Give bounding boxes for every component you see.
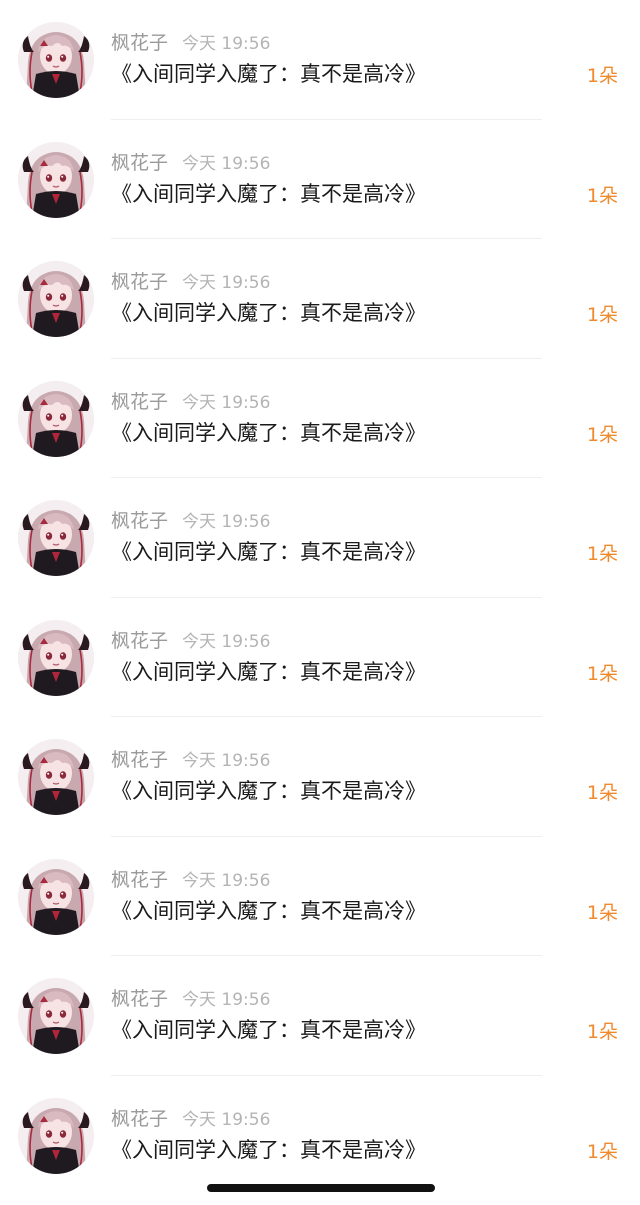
avatar[interactable] [18, 1097, 94, 1174]
avatar[interactable] [18, 619, 94, 696]
anime-girl-avatar-icon [18, 261, 94, 337]
message-meta: 枫花子 今天 19:56 [111, 1106, 270, 1132]
sender-name[interactable]: 枫花子 [111, 510, 168, 532]
book-title: 《入间同学入魔了：真不是高冷》 [111, 420, 426, 445]
list-item[interactable]: 枫花子 今天 19:56 《入间同学入魔了：真不是高冷》 1朵 [0, 120, 640, 239]
list-item[interactable]: 枫花子 今天 19:56 《入间同学入魔了：真不是高冷》 1朵 [0, 598, 640, 717]
gift-message-list: 枫花子 今天 19:56 《入间同学入魔了：真不是高冷》 1朵 枫花子 今天 19:… [0, 0, 640, 1195]
book-title: 《入间同学入魔了：真不是高冷》 [111, 779, 426, 803]
list-item[interactable]: 枫花子 今天 19:56 《入间同学入魔了：真不是高冷》 1朵 [0, 837, 640, 956]
message-meta: 枫花子 今天 19:56 [111, 150, 270, 176]
timestamp: 今天 19:56 [182, 512, 271, 532]
sender-name[interactable]: 枫花子 [111, 869, 168, 891]
anime-girl-avatar-icon [18, 858, 94, 935]
book-title: 《入间同学入魔了：真不是高冷》 [111, 659, 426, 684]
avatar[interactable] [18, 141, 94, 218]
message-meta: 枫花子 今天 19:56 [111, 628, 270, 654]
timestamp: 今天 19:56 [182, 1109, 271, 1130]
anime-girl-avatar-icon [18, 22, 94, 98]
sender-name[interactable]: 枫花子 [111, 271, 168, 293]
book-title: 《入间同学入魔了：真不是高冷》 [111, 301, 426, 325]
anime-girl-avatar-icon [18, 500, 94, 576]
sender-name[interactable]: 枫花子 [111, 988, 168, 1010]
gift-count: 1朵 [586, 662, 618, 685]
gift-count: 1朵 [586, 304, 618, 326]
avatar[interactable] [18, 500, 94, 576]
gift-count: 1朵 [586, 423, 618, 446]
timestamp: 今天 19:56 [182, 990, 271, 1010]
anime-girl-avatar-icon [18, 380, 94, 457]
message-meta: 枫花子 今天 19:56 [111, 389, 270, 415]
book-title: 《入间同学入魔了：真不是高冷》 [111, 1018, 426, 1042]
list-item[interactable]: 枫花子 今天 19:56 《入间同学入魔了：真不是高冷》 1朵 [0, 0, 640, 120]
home-indicator[interactable] [207, 1184, 435, 1192]
timestamp: 今天 19:56 [182, 631, 271, 652]
anime-girl-avatar-icon [18, 619, 94, 696]
gift-count: 1朵 [586, 1140, 618, 1163]
gift-count: 1朵 [586, 184, 618, 207]
avatar[interactable] [18, 739, 94, 815]
timestamp: 今天 19:56 [182, 392, 271, 413]
message-meta: 枫花子 今天 19:56 [111, 508, 270, 534]
avatar[interactable] [18, 978, 94, 1054]
anime-girl-avatar-icon [18, 141, 94, 218]
list-item[interactable]: 枫花子 今天 19:56 《入间同学入魔了：真不是高冷》 1朵 [0, 478, 640, 598]
sender-name[interactable]: 枫花子 [111, 391, 168, 413]
sender-name[interactable]: 枫花子 [111, 1108, 168, 1130]
book-title: 《入间同学入魔了：真不是高冷》 [111, 1137, 426, 1162]
timestamp: 今天 19:56 [182, 153, 271, 174]
gift-count: 1朵 [586, 543, 618, 565]
timestamp: 今天 19:56 [182, 751, 271, 771]
gift-count: 1朵 [586, 782, 618, 804]
sender-name[interactable]: 枫花子 [111, 152, 168, 174]
anime-girl-avatar-icon [18, 739, 94, 815]
timestamp: 今天 19:56 [182, 273, 271, 293]
list-item[interactable]: 枫花子 今天 19:56 《入间同学入魔了：真不是高冷》 1朵 [0, 359, 640, 478]
list-item[interactable]: 枫花子 今天 19:56 《入间同学入魔了：真不是高冷》 1朵 [0, 956, 640, 1076]
book-title: 《入间同学入魔了：真不是高冷》 [111, 62, 426, 86]
list-item[interactable]: 枫花子 今天 19:56 《入间同学入魔了：真不是高冷》 1朵 [0, 1076, 640, 1196]
avatar[interactable] [18, 380, 94, 457]
message-meta: 枫花子 今天 19:56 [111, 269, 270, 295]
message-meta: 枫花子 今天 19:56 [111, 986, 270, 1012]
avatar[interactable] [18, 858, 94, 935]
message-meta: 枫花子 今天 19:56 [111, 747, 270, 773]
anime-girl-avatar-icon [18, 1097, 94, 1174]
sender-name[interactable]: 枫花子 [111, 32, 168, 54]
gift-count: 1朵 [586, 65, 618, 87]
message-meta: 枫花子 今天 19:56 [111, 867, 270, 893]
sender-name[interactable]: 枫花子 [111, 630, 168, 652]
gift-count: 1朵 [586, 1021, 618, 1043]
avatar[interactable] [18, 261, 94, 337]
book-title: 《入间同学入魔了：真不是高冷》 [111, 898, 426, 923]
list-item[interactable]: 枫花子 今天 19:56 《入间同学入魔了：真不是高冷》 1朵 [0, 717, 640, 837]
sender-name[interactable]: 枫花子 [111, 749, 168, 771]
list-item[interactable]: 枫花子 今天 19:56 《入间同学入魔了：真不是高冷》 1朵 [0, 239, 640, 359]
timestamp: 今天 19:56 [182, 34, 271, 54]
avatar[interactable] [18, 22, 94, 98]
anime-girl-avatar-icon [18, 978, 94, 1054]
message-meta: 枫花子 今天 19:56 [111, 30, 270, 56]
gift-count: 1朵 [586, 901, 618, 924]
timestamp: 今天 19:56 [182, 870, 271, 891]
book-title: 《入间同学入魔了：真不是高冷》 [111, 540, 426, 564]
book-title: 《入间同学入魔了：真不是高冷》 [111, 181, 426, 206]
